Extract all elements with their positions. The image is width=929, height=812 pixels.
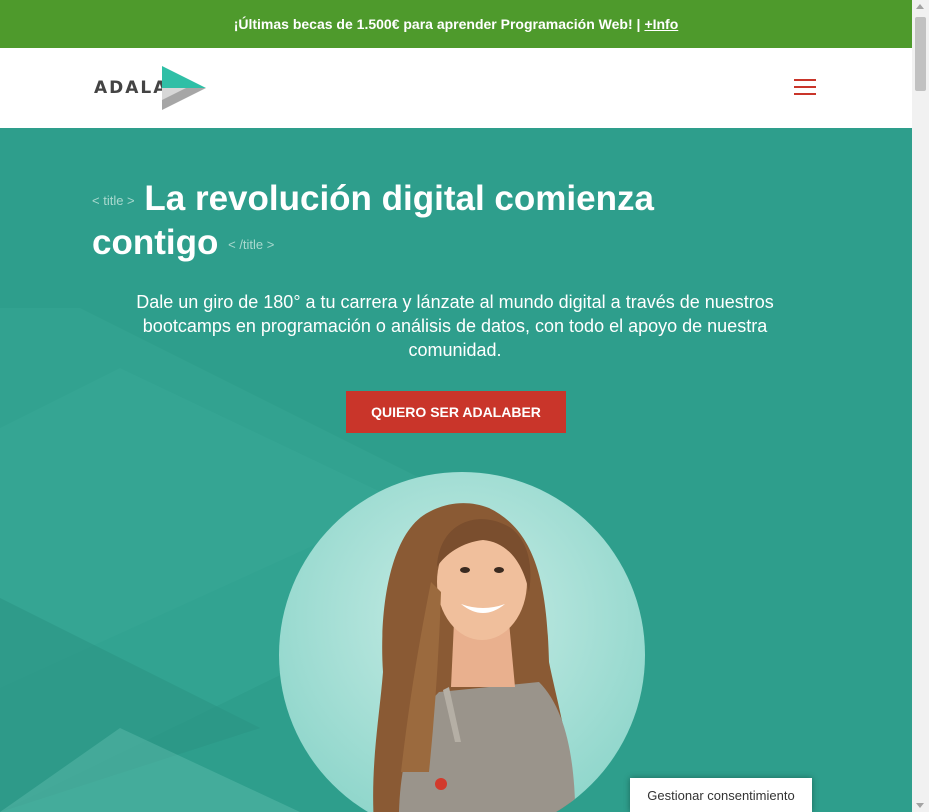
hero-title: < title > La revolución digital comienza… <box>92 178 732 266</box>
scroll-up-arrow-icon[interactable] <box>916 4 924 9</box>
scroll-thumb[interactable] <box>915 17 926 91</box>
cta-button[interactable]: QUIERO SER ADALABER <box>346 391 566 433</box>
hero-title-text: La revolución digital comienza contigo <box>92 179 654 262</box>
hero-title-block: < title > La revolución digital comienza… <box>92 178 732 266</box>
consent-button[interactable]: Gestionar consentimiento <box>630 778 812 812</box>
title-close-tag: < /title > <box>228 236 275 252</box>
promo-info-link[interactable]: +Info <box>644 16 678 32</box>
logo-arrow-icon <box>162 66 206 110</box>
promo-text: ¡Últimas becas de 1.500€ para aprender P… <box>233 16 641 32</box>
adalab-logo[interactable]: ADALAB <box>94 66 208 110</box>
hero-section: < title > La revolución digital comienza… <box>0 128 912 812</box>
promo-banner: ¡Últimas becas de 1.500€ para aprender P… <box>0 0 912 48</box>
scrollbar[interactable] <box>912 0 929 812</box>
site-header: ADALAB <box>0 48 912 128</box>
hero-subtitle: Dale un giro de 180° a tu carrera y lánz… <box>136 292 774 360</box>
scroll-down-arrow-icon[interactable] <box>916 803 924 808</box>
title-open-tag: < title > <box>92 192 135 208</box>
hamburger-menu-icon[interactable] <box>794 79 816 95</box>
